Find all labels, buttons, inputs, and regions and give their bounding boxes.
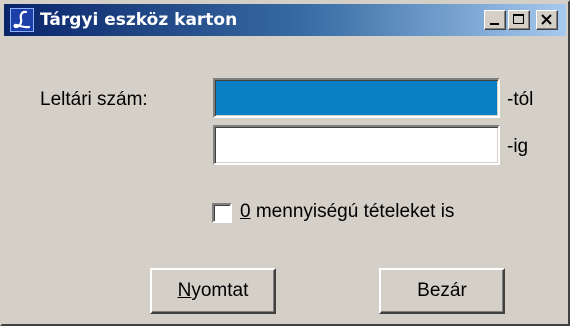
app-logo-icon[interactable] [10, 8, 34, 32]
close-label: Bezár [417, 280, 467, 301]
print-button[interactable]: Nyomtat [150, 268, 276, 314]
title-bar[interactable]: Tárgyi eszköz karton [4, 4, 566, 36]
inventory-from-input[interactable] [218, 83, 495, 113]
close-button[interactable] [536, 10, 558, 30]
print-mnemonic: N [177, 280, 192, 301]
zero-quantity-label[interactable]: 0 mennyiségú tételeket is [240, 201, 454, 223]
zero-quantity-label-text: mennyiségú tételeket is [250, 201, 455, 222]
close-icon [541, 14, 552, 25]
close-dialog-button[interactable]: Bezár [379, 268, 505, 314]
print-label-rest: yomtat [191, 280, 249, 301]
inventory-to-field[interactable] [213, 125, 500, 165]
from-suffix-label: -tól [507, 89, 534, 110]
window-title: Tárgyi eszköz karton [40, 10, 238, 30]
inventory-from-field[interactable] [213, 78, 500, 118]
inventory-to-input[interactable] [218, 130, 495, 160]
minimize-button[interactable] [484, 10, 506, 30]
zero-quantity-mnemonic: 0 [240, 201, 251, 222]
maximize-button[interactable] [508, 10, 530, 30]
dialog-window: Tárgyi eszköz karton Leltári szám: -tól … [0, 0, 570, 326]
maximize-icon [513, 14, 524, 24]
zero-quantity-checkbox[interactable] [212, 203, 232, 223]
minimize-icon [490, 23, 499, 25]
inventory-number-label: Leltári szám: [40, 89, 148, 110]
to-suffix-label: -ig [507, 136, 529, 157]
